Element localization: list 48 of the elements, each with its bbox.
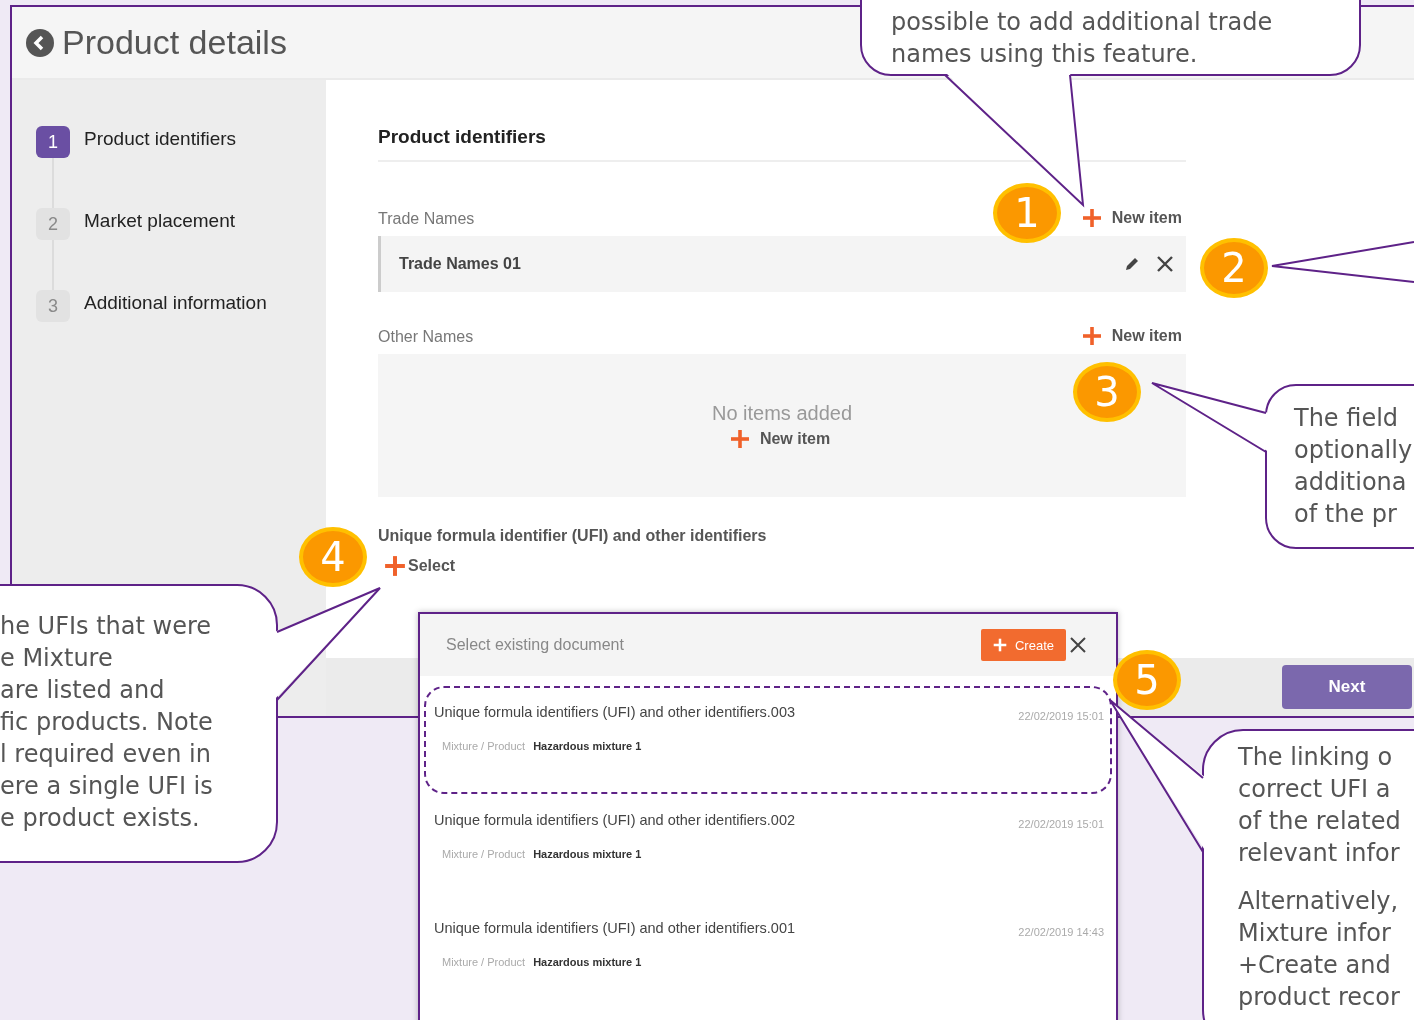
document-title: Unique formula identifiers (UFI) and other identifiers.001 <box>434 920 796 938</box>
new-item-button[interactable]: New item <box>1081 208 1186 228</box>
plus-icon <box>729 429 750 449</box>
step-label[interactable]: Product identifiers <box>84 126 237 150</box>
callout-text: he UFIs that were e Mixture are listed and fic products. Note l required even in ere a single UFI is e product exists. <box>0 611 213 834</box>
document-type: Mixture / Product <box>442 848 526 860</box>
document-date: 22/02/2019 15:01 <box>1018 818 1104 830</box>
document-date: 22/02/2019 15:01 <box>1018 710 1104 722</box>
plus-icon <box>992 638 1007 652</box>
item-text: Trade Names 01 <box>399 255 521 273</box>
callout-text: Alternatively, Mixture infor +Create and product recor <box>1238 886 1400 1013</box>
callout-text: The field optionally additiona of the pr <box>1294 403 1413 530</box>
edit-button[interactable] <box>1124 256 1140 272</box>
empty-message: No items added <box>711 402 853 425</box>
remove-button[interactable] <box>1156 255 1174 273</box>
new-item-button[interactable]: New item <box>1081 326 1186 346</box>
callout-text: possible to add additional trade names using this feature. <box>891 7 1273 70</box>
close-icon <box>1070 637 1086 653</box>
pencil-icon <box>1124 256 1140 272</box>
document-date: 22/02/2019 14:43 <box>1018 926 1104 938</box>
plus-icon <box>384 555 406 577</box>
document-list-item[interactable]: Unique formula identifiers (UFI) and other identifiers.002 22/02/2019 15:01 Mixture / Product Hazardous mixture 1 <box>424 794 1112 902</box>
close-button[interactable] <box>1070 637 1086 653</box>
step-label[interactable]: Additional information <box>84 290 267 314</box>
document-type: Mixture / Product <box>442 740 526 752</box>
product-name: Hazardous mixture 1 <box>533 740 642 752</box>
document-type: Mixture / Product <box>442 956 526 968</box>
select-button[interactable]: Select <box>378 555 460 577</box>
document-list-item[interactable]: Unique formula identifiers (UFI) and other identifiers.003 22/02/2019 15:01 Mixture / Product Hazardous mixture 1 <box>424 686 1112 794</box>
step-label[interactable]: Market placement <box>84 208 235 232</box>
document-list-item[interactable]: Unique formula identifiers (UFI) and other identifiers.001 22/02/2019 14:43 Mixture / Product Hazardous mixture 1 <box>424 902 1112 1010</box>
page-title: Product details <box>62 23 287 62</box>
dialog-title: Select existing document <box>446 636 625 654</box>
back-icon[interactable] <box>26 28 54 57</box>
document-title: Unique formula identifiers (UFI) and other identifiers.003 <box>434 704 796 722</box>
plus-icon <box>1081 326 1102 346</box>
plus-icon <box>1081 208 1102 228</box>
step-number[interactable]: 1 <box>36 126 70 158</box>
product-name: Hazardous mixture 1 <box>533 848 642 860</box>
field-label: Other Names <box>378 328 474 346</box>
close-icon <box>1156 255 1174 273</box>
new-item-button[interactable]: New item <box>729 429 835 449</box>
document-title: Unique formula identifiers (UFI) and other identifiers.002 <box>434 812 796 830</box>
callout-text: The linking o correct UFI a of the related relevant infor <box>1238 742 1401 869</box>
field-label: Unique formula identifier (UFI) and other identifiers <box>378 527 768 545</box>
field-label: Trade Names <box>378 210 475 228</box>
next-button[interactable]: Next <box>1282 665 1412 709</box>
product-name: Hazardous mixture 1 <box>533 956 642 968</box>
